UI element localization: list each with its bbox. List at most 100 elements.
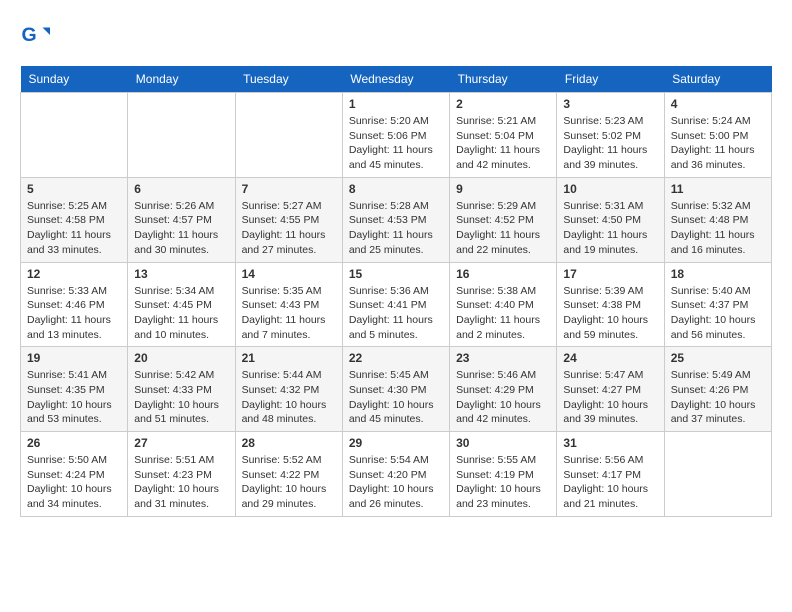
calendar-cell: 28Sunrise: 5:52 AMSunset: 4:22 PMDayligh…	[235, 432, 342, 517]
calendar-cell: 11Sunrise: 5:32 AMSunset: 4:48 PMDayligh…	[664, 177, 771, 262]
day-info: Sunrise: 5:24 AMSunset: 5:00 PMDaylight:…	[671, 114, 765, 173]
day-number: 16	[456, 267, 550, 281]
day-number: 3	[563, 97, 657, 111]
calendar-cell: 2Sunrise: 5:21 AMSunset: 5:04 PMDaylight…	[450, 93, 557, 178]
calendar-week-row: 19 Sunrise: 5:41 AMSunset: 4:35 PMDayligh…	[21, 347, 772, 432]
weekday-header-saturday: Saturday	[664, 66, 771, 93]
day-info: Sunrise: 5:23 AMSunset: 5:02 PMDaylight:…	[563, 114, 657, 173]
calendar-cell: 19 Sunrise: 5:41 AMSunset: 4:35 PMDayligh…	[21, 347, 128, 432]
calendar-cell: 6 Sunrise: 5:26 AMSunset: 4:57 PMDaylight…	[128, 177, 235, 262]
calendar-cell: 16 Sunrise: 5:38 AMSunset: 4:40 PMDayligh…	[450, 262, 557, 347]
logo: G	[20, 20, 54, 50]
day-info: Sunrise: 5:25 AMSunset: 4:58 PMDaylight:…	[27, 199, 121, 258]
day-info: Sunrise: 5:35 AMSunset: 4:43 PMDaylight:…	[242, 284, 336, 343]
day-info: Sunrise: 5:47 AMSunset: 4:27 PMDaylight:…	[563, 368, 657, 427]
day-info: Sunrise: 5:20 AMSunset: 5:06 PMDaylight:…	[349, 114, 443, 173]
calendar-cell: 24 Sunrise: 5:47 AMSunset: 4:27 PMDayligh…	[557, 347, 664, 432]
day-number: 31	[563, 436, 657, 450]
calendar-cell: 29 Sunrise: 5:54 AMSunset: 4:20 PMDayligh…	[342, 432, 449, 517]
day-number: 27	[134, 436, 228, 450]
calendar-cell: 8 Sunrise: 5:28 AMSunset: 4:53 PMDaylight…	[342, 177, 449, 262]
day-number: 10	[563, 182, 657, 196]
page-header: G	[20, 20, 772, 50]
calendar-cell: 7 Sunrise: 5:27 AMSunset: 4:55 PMDaylight…	[235, 177, 342, 262]
day-number: 15	[349, 267, 443, 281]
day-info: Sunrise: 5:46 AMSunset: 4:29 PMDaylight:…	[456, 368, 550, 427]
day-info: Sunrise: 5:42 AMSunset: 4:33 PMDaylight:…	[134, 368, 228, 427]
day-number: 20	[134, 351, 228, 365]
calendar-cell	[235, 93, 342, 178]
day-number: 30	[456, 436, 550, 450]
calendar-week-row: 26 Sunrise: 5:50 AMSunset: 4:24 PMDayligh…	[21, 432, 772, 517]
day-number: 28	[242, 436, 336, 450]
day-info: Sunrise: 5:45 AMSunset: 4:30 PMDaylight:…	[349, 368, 443, 427]
day-number: 14	[242, 267, 336, 281]
calendar-cell: 26 Sunrise: 5:50 AMSunset: 4:24 PMDayligh…	[21, 432, 128, 517]
day-info: Sunrise: 5:55 AMSunset: 4:19 PMDaylight:…	[456, 453, 550, 512]
weekday-header-thursday: Thursday	[450, 66, 557, 93]
day-info: Sunrise: 5:51 AMSunset: 4:23 PMDaylight:…	[134, 453, 228, 512]
day-number: 19	[27, 351, 121, 365]
calendar-cell: 13 Sunrise: 5:34 AMSunset: 4:45 PMDayligh…	[128, 262, 235, 347]
calendar-cell: 15 Sunrise: 5:36 AMSunset: 4:41 PMDayligh…	[342, 262, 449, 347]
calendar-cell: 25 Sunrise: 5:49 AMSunset: 4:26 PMDayligh…	[664, 347, 771, 432]
day-number: 13	[134, 267, 228, 281]
day-number: 26	[27, 436, 121, 450]
day-number: 18	[671, 267, 765, 281]
day-number: 25	[671, 351, 765, 365]
logo-icon: G	[20, 20, 50, 50]
calendar-cell: 31Sunrise: 5:56 AMSunset: 4:17 PMDayligh…	[557, 432, 664, 517]
calendar-cell	[128, 93, 235, 178]
day-number: 24	[563, 351, 657, 365]
day-number: 21	[242, 351, 336, 365]
calendar-cell: 18Sunrise: 5:40 AMSunset: 4:37 PMDayligh…	[664, 262, 771, 347]
day-info: Sunrise: 5:39 AMSunset: 4:38 PMDaylight:…	[563, 284, 657, 343]
day-info: Sunrise: 5:38 AMSunset: 4:40 PMDaylight:…	[456, 284, 550, 343]
svg-text:G: G	[22, 24, 37, 46]
day-info: Sunrise: 5:29 AMSunset: 4:52 PMDaylight:…	[456, 199, 550, 258]
day-number: 6	[134, 182, 228, 196]
day-number: 23	[456, 351, 550, 365]
day-number: 11	[671, 182, 765, 196]
calendar-cell: 3 Sunrise: 5:23 AMSunset: 5:02 PMDaylight…	[557, 93, 664, 178]
calendar-cell	[664, 432, 771, 517]
calendar-cell: 21 Sunrise: 5:44 AMSunset: 4:32 PMDayligh…	[235, 347, 342, 432]
day-info: Sunrise: 5:49 AMSunset: 4:26 PMDaylight:…	[671, 368, 765, 427]
day-info: Sunrise: 5:33 AMSunset: 4:46 PMDaylight:…	[27, 284, 121, 343]
calendar-cell: 12Sunrise: 5:33 AMSunset: 4:46 PMDayligh…	[21, 262, 128, 347]
day-number: 29	[349, 436, 443, 450]
day-info: Sunrise: 5:26 AMSunset: 4:57 PMDaylight:…	[134, 199, 228, 258]
day-number: 8	[349, 182, 443, 196]
calendar-cell: 14 Sunrise: 5:35 AMSunset: 4:43 PMDayligh…	[235, 262, 342, 347]
calendar-cell: 5 Sunrise: 5:25 AMSunset: 4:58 PMDaylight…	[21, 177, 128, 262]
calendar-header-row: SundayMondayTuesdayWednesdayThursdayFrid…	[21, 66, 772, 93]
calendar-cell: 30 Sunrise: 5:55 AMSunset: 4:19 PMDayligh…	[450, 432, 557, 517]
calendar-week-row: 1 Sunrise: 5:20 AMSunset: 5:06 PMDaylight…	[21, 93, 772, 178]
weekday-header-monday: Monday	[128, 66, 235, 93]
day-info: Sunrise: 5:27 AMSunset: 4:55 PMDaylight:…	[242, 199, 336, 258]
weekday-header-tuesday: Tuesday	[235, 66, 342, 93]
day-number: 5	[27, 182, 121, 196]
calendar-cell	[21, 93, 128, 178]
calendar-cell: 17Sunrise: 5:39 AMSunset: 4:38 PMDayligh…	[557, 262, 664, 347]
calendar-table: SundayMondayTuesdayWednesdayThursdayFrid…	[20, 66, 772, 517]
weekday-header-sunday: Sunday	[21, 66, 128, 93]
day-info: Sunrise: 5:44 AMSunset: 4:32 PMDaylight:…	[242, 368, 336, 427]
calendar-cell: 1 Sunrise: 5:20 AMSunset: 5:06 PMDaylight…	[342, 93, 449, 178]
day-number: 7	[242, 182, 336, 196]
day-info: Sunrise: 5:54 AMSunset: 4:20 PMDaylight:…	[349, 453, 443, 512]
calendar-cell: 20 Sunrise: 5:42 AMSunset: 4:33 PMDayligh…	[128, 347, 235, 432]
day-info: Sunrise: 5:28 AMSunset: 4:53 PMDaylight:…	[349, 199, 443, 258]
calendar-cell: 27 Sunrise: 5:51 AMSunset: 4:23 PMDayligh…	[128, 432, 235, 517]
calendar-cell: 9Sunrise: 5:29 AMSunset: 4:52 PMDaylight…	[450, 177, 557, 262]
calendar-cell: 23 Sunrise: 5:46 AMSunset: 4:29 PMDayligh…	[450, 347, 557, 432]
day-info: Sunrise: 5:34 AMSunset: 4:45 PMDaylight:…	[134, 284, 228, 343]
day-info: Sunrise: 5:41 AMSunset: 4:35 PMDaylight:…	[27, 368, 121, 427]
calendar-week-row: 12Sunrise: 5:33 AMSunset: 4:46 PMDayligh…	[21, 262, 772, 347]
day-info: Sunrise: 5:50 AMSunset: 4:24 PMDaylight:…	[27, 453, 121, 512]
day-info: Sunrise: 5:36 AMSunset: 4:41 PMDaylight:…	[349, 284, 443, 343]
day-info: Sunrise: 5:31 AMSunset: 4:50 PMDaylight:…	[563, 199, 657, 258]
day-number: 1	[349, 97, 443, 111]
weekday-header-friday: Friday	[557, 66, 664, 93]
calendar-cell: 22Sunrise: 5:45 AMSunset: 4:30 PMDayligh…	[342, 347, 449, 432]
